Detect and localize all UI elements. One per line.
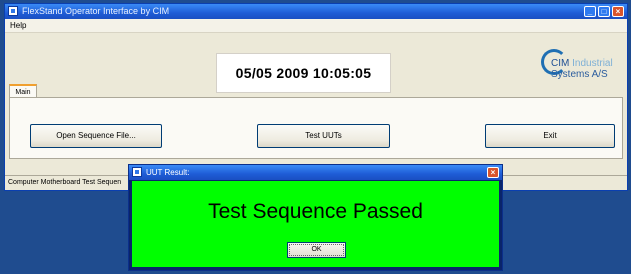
- logo-industrial: Industrial: [569, 58, 613, 69]
- ok-button[interactable]: OK: [287, 242, 346, 258]
- window-title: FlexStand Operator Interface by CIM: [22, 6, 170, 16]
- cim-logo: CIM Industrial Systems A/S: [541, 49, 621, 89]
- title-bar[interactable]: FlexStand Operator Interface by CIM _ □ …: [5, 4, 627, 19]
- logo-cim: CIM: [551, 58, 570, 69]
- app-icon: [8, 6, 18, 16]
- close-button[interactable]: ×: [612, 6, 624, 17]
- datetime-display: 05/05 2009 10:05:05: [216, 53, 391, 93]
- dialog-close-icon[interactable]: ×: [487, 167, 499, 178]
- logo-line-2: Systems A/S: [551, 69, 608, 80]
- close-icon: ×: [615, 7, 621, 16]
- dialog-title-bar[interactable]: UUT Result: ×: [129, 165, 502, 180]
- dialog-body: Test Sequence Passed OK: [132, 181, 499, 267]
- status-text: Computer Motherboard Test Sequen: [8, 179, 122, 186]
- menu-help[interactable]: Help: [10, 20, 26, 31]
- minimize-icon: _: [587, 7, 593, 16]
- minimize-button[interactable]: _: [584, 6, 596, 17]
- maximize-icon: □: [601, 7, 607, 16]
- maximize-button[interactable]: □: [598, 6, 610, 17]
- test-uuts-button[interactable]: Test UUTs: [257, 124, 390, 148]
- open-sequence-file-button[interactable]: Open Sequence File...: [30, 124, 162, 148]
- tab-main[interactable]: Main: [9, 84, 37, 98]
- uut-result-dialog: UUT Result: × Test Sequence Passed OK: [128, 164, 503, 271]
- result-message: Test Sequence Passed: [208, 200, 423, 223]
- main-window: FlexStand Operator Interface by CIM _ □ …: [4, 3, 628, 191]
- exit-button[interactable]: Exit: [485, 124, 615, 148]
- logo-line-1: CIM Industrial: [551, 58, 613, 69]
- dialog-title: UUT Result:: [146, 168, 190, 177]
- menu-bar: Help: [5, 19, 627, 33]
- dialog-app-icon: [132, 167, 142, 177]
